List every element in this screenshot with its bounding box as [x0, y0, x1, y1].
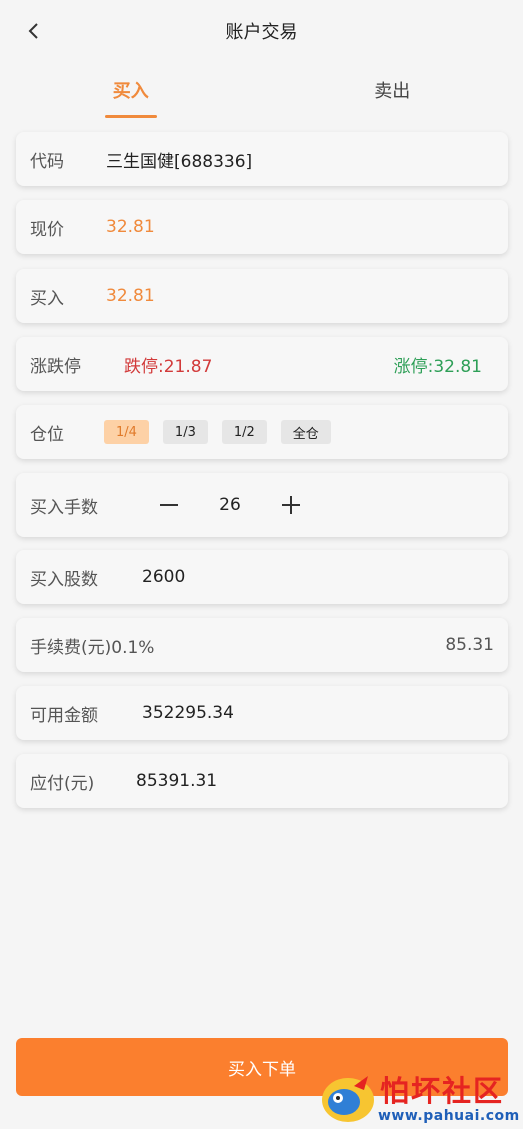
price-value: 32.81	[106, 217, 155, 237]
payable-row: 应付(元) 85391.31	[16, 754, 508, 808]
trade-tabs: 买入 卖出	[0, 62, 523, 118]
available-value: 352295.34	[142, 703, 234, 723]
tab-sell-label: 卖出	[374, 81, 411, 102]
position-half-button[interactable]: 1/2	[221, 420, 267, 444]
lots-row: 买入手数	[16, 473, 508, 537]
position-full-button[interactable]: 全仓	[280, 420, 331, 444]
position-third-button[interactable]: 1/3	[162, 420, 208, 444]
lots-label: 买入手数	[30, 497, 98, 518]
code-label: 代码	[30, 151, 64, 172]
tab-active-indicator	[104, 115, 157, 118]
price-row: 现价 32.81	[16, 200, 508, 254]
position-label: 仓位	[30, 424, 64, 445]
watermark-logo-icon	[322, 1076, 374, 1122]
available-row: 可用金额 352295.34	[16, 686, 508, 740]
fee-value: 85.31	[445, 635, 494, 655]
payable-label: 应付(元)	[30, 773, 95, 794]
nav-bar: 账户交易	[0, 0, 523, 62]
tab-buy-label: 买入	[112, 81, 149, 102]
available-label: 可用金额	[30, 705, 98, 726]
limit-up-value: 涨停:32.81	[393, 356, 482, 377]
price-label: 现价	[30, 219, 64, 240]
buy-price-value: 32.81	[106, 286, 155, 306]
fee-label: 手续费(元)0.1%	[30, 637, 155, 658]
shares-row: 买入股数 2600	[16, 550, 508, 604]
code-value: 三生国健[688336]	[106, 151, 253, 172]
increase-button[interactable]	[270, 485, 312, 525]
watermark-text: 怕坏社区	[380, 1074, 505, 1108]
limits-row: 涨跌停 跌停:21.87 涨停:32.81	[16, 337, 508, 391]
buy-price-row: 买入 32.81	[16, 269, 508, 323]
tab-buy[interactable]: 买入	[0, 62, 262, 118]
plus-icon	[282, 496, 300, 514]
chevron-left-icon	[28, 23, 38, 39]
shares-label: 买入股数	[30, 569, 98, 590]
payable-value: 85391.31	[136, 771, 218, 791]
code-row: 代码 三生国健[688336]	[16, 132, 508, 186]
minus-icon	[160, 504, 178, 506]
lots-input[interactable]	[190, 485, 270, 525]
watermark: 怕坏社区 www.pahuai.com	[318, 1066, 520, 1128]
buy-price-label: 买入	[30, 288, 64, 309]
lots-stepper	[148, 485, 312, 525]
limit-down-value: 跌停:21.87	[124, 356, 213, 377]
tab-sell[interactable]: 卖出	[262, 62, 523, 118]
shares-value: 2600	[142, 567, 186, 587]
limits-label: 涨跌停	[30, 356, 81, 377]
watermark-url: www.pahuai.com	[378, 1108, 520, 1124]
back-button[interactable]	[22, 19, 44, 43]
decrease-button[interactable]	[148, 485, 190, 525]
position-quarter-button[interactable]: 1/4	[104, 420, 149, 444]
position-row: 仓位 1/4 1/3 1/2 全仓	[16, 405, 508, 459]
fee-row: 手续费(元)0.1% 85.31	[16, 618, 508, 672]
page-title: 账户交易	[225, 22, 298, 43]
